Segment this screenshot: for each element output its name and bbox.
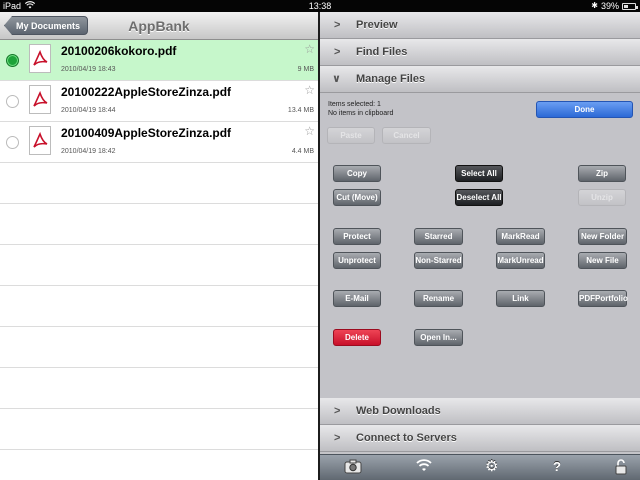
section-label: Manage Files: [356, 73, 426, 85]
selection-info: Items selected: 1 No items in clipboard: [328, 100, 393, 118]
file-date: 2010/04/19 18:43: [61, 66, 116, 73]
unprotect-button[interactable]: Unprotect: [333, 252, 381, 269]
email-button[interactable]: E-Mail: [333, 290, 381, 307]
done-button[interactable]: Done: [536, 101, 633, 118]
new-file-button[interactable]: New File: [578, 252, 627, 269]
link-button[interactable]: Link: [496, 290, 545, 307]
new-folder-button[interactable]: New Folder: [578, 228, 627, 245]
unzip-button[interactable]: Unzip: [578, 189, 626, 206]
empty-row: [0, 245, 318, 286]
cancel-button[interactable]: Cancel: [382, 127, 431, 144]
lock-icon[interactable]: [615, 459, 627, 479]
items-selected-text: Items selected: 1: [328, 101, 381, 108]
file-name: 20100409AppleStoreZinza.pdf: [61, 126, 232, 140]
empty-row: [0, 409, 318, 450]
file-row[interactable]: 20100206kokoro.pdf 2010/04/19 18:43 9 MB…: [0, 40, 318, 81]
file-name: 20100206kokoro.pdf: [61, 44, 177, 58]
manage-files-panel: Items selected: 1 No items in clipboard …: [320, 93, 640, 398]
pdf-portfolio-button[interactable]: PDFPortfolio: [578, 290, 628, 307]
navigation-bar: My Documents AppBank: [0, 12, 318, 40]
chevron-right-icon: >: [334, 46, 341, 58]
section-label: Connect to Servers: [356, 432, 457, 444]
paste-button[interactable]: Paste: [327, 127, 375, 144]
star-icon[interactable]: ☆: [304, 125, 315, 137]
bluetooth-icon: ✱: [591, 1, 598, 10]
chevron-right-icon: >: [334, 19, 341, 31]
protect-button[interactable]: Protect: [333, 228, 381, 245]
pdf-file-icon: [29, 85, 51, 114]
rename-button[interactable]: Rename: [414, 290, 463, 307]
battery-percent: 39%: [600, 1, 619, 11]
status-bar: iPad 13:38 ✱ 39%: [0, 0, 640, 12]
file-date: 2010/04/19 18:42: [61, 148, 116, 155]
selection-radio[interactable]: [6, 136, 19, 149]
empty-row: [0, 204, 318, 245]
section-manage-files[interactable]: ∨ Manage Files: [320, 66, 640, 93]
star-icon[interactable]: ☆: [304, 43, 315, 55]
open-in-button[interactable]: Open In...: [414, 329, 463, 346]
gear-icon[interactable]: ⚙: [485, 459, 498, 475]
clipboard-text: No items in clipboard: [328, 110, 394, 117]
delete-button[interactable]: Delete: [333, 329, 381, 346]
section-connect-servers[interactable]: > Connect to Servers: [320, 425, 640, 452]
file-row[interactable]: 20100222AppleStoreZinza.pdf 2010/04/19 1…: [0, 81, 318, 122]
camera-icon[interactable]: [344, 459, 362, 478]
chevron-down-icon: ∨: [332, 73, 341, 85]
clock: 13:38: [308, 1, 332, 11]
non-starred-button[interactable]: Non-Starred: [414, 252, 463, 269]
copy-button[interactable]: Copy: [333, 165, 381, 182]
starred-button[interactable]: Starred: [414, 228, 463, 245]
empty-row: [0, 368, 318, 409]
wifi-icon[interactable]: [416, 459, 432, 476]
deselect-all-button[interactable]: Deselect All: [455, 189, 503, 206]
section-preview[interactable]: > Preview: [320, 12, 640, 39]
section-label: Find Files: [356, 46, 408, 58]
file-date: 2010/04/19 18:44: [61, 107, 116, 114]
star-icon[interactable]: ☆: [304, 84, 315, 96]
selection-radio[interactable]: [6, 95, 19, 108]
mark-unread-button[interactable]: MarkUnread: [496, 252, 545, 269]
file-size: 9 MB: [297, 66, 314, 73]
help-icon[interactable]: ?: [553, 459, 561, 475]
empty-row: [0, 163, 318, 204]
empty-row: [0, 327, 318, 368]
section-web-downloads[interactable]: > Web Downloads: [320, 398, 640, 425]
mark-read-button[interactable]: MarkRead: [496, 228, 545, 245]
chevron-right-icon: >: [334, 432, 341, 444]
section-find-files[interactable]: > Find Files: [320, 39, 640, 66]
battery-icon: [622, 2, 638, 10]
actions-pane: > Preview > Find Files ∨ Manage Files It…: [320, 12, 640, 480]
empty-row: [0, 286, 318, 327]
document-list-pane: My Documents AppBank 20100206kokoro.pdf …: [0, 12, 318, 480]
file-size: 13.4 MB: [287, 107, 314, 114]
select-all-button[interactable]: Select All: [455, 165, 503, 182]
pdf-file-icon: [29, 126, 51, 155]
page-title: AppBank: [128, 18, 190, 34]
section-label: Web Downloads: [356, 405, 441, 417]
zip-button[interactable]: Zip: [578, 165, 626, 182]
file-list: 20100206kokoro.pdf 2010/04/19 18:43 9 MB…: [0, 40, 318, 450]
pdf-file-icon: [29, 44, 51, 73]
file-name: 20100222AppleStoreZinza.pdf: [61, 85, 232, 99]
chevron-right-icon: >: [334, 405, 341, 417]
file-size: 4.4 MB: [291, 148, 314, 155]
bottom-toolbar: ⚙ ?: [320, 454, 640, 480]
cut-move-button[interactable]: Cut (Move): [333, 189, 381, 206]
selection-radio[interactable]: [6, 54, 19, 67]
section-label: Preview: [356, 19, 398, 31]
file-row[interactable]: 20100409AppleStoreZinza.pdf 2010/04/19 1…: [0, 122, 318, 163]
